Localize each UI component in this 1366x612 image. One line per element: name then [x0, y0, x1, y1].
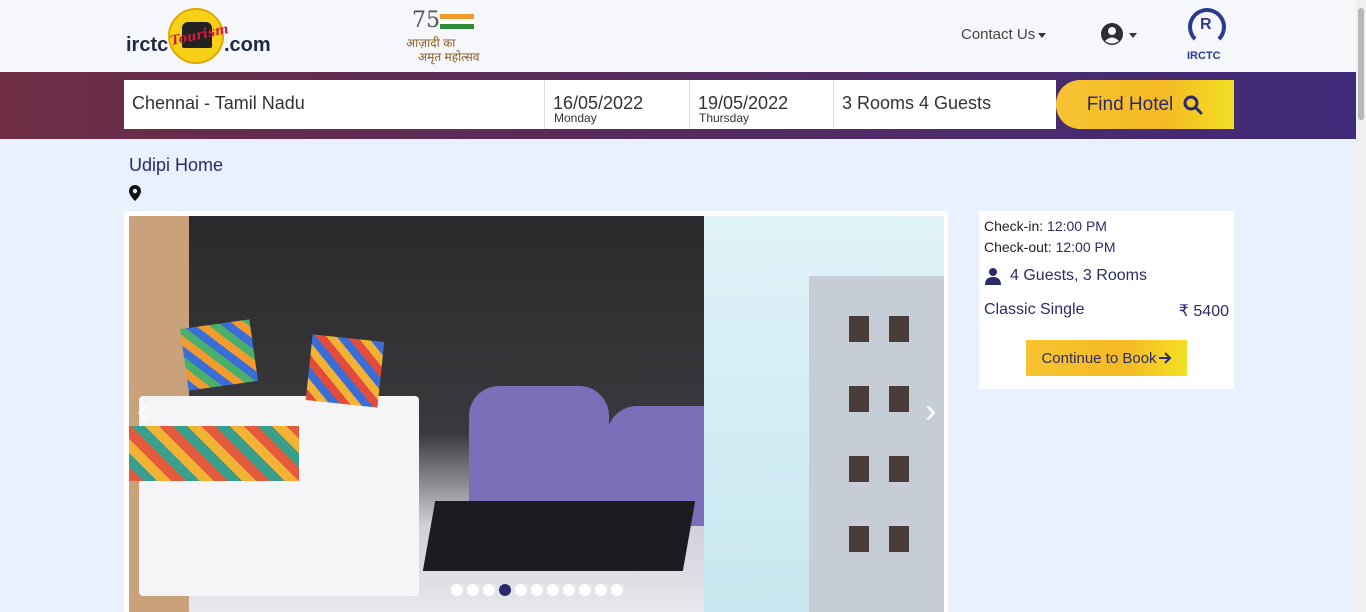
city-value: Chennai - Tamil Nadu — [132, 93, 305, 113]
room-photo — [129, 216, 707, 612]
guests-rooms-summary: 4 Guests, 3 Rooms — [984, 267, 1147, 285]
carousel-indicator-dot[interactable] — [547, 584, 559, 596]
rooms-guests-field[interactable]: 3 Rooms 4 Guests — [834, 80, 1056, 129]
carousel-indicators — [451, 584, 623, 596]
search-band: Chennai - Tamil Nadu 16/05/2022 Monday 1… — [0, 72, 1366, 139]
hotel-name: Udipi Home — [129, 155, 224, 175]
building-photo — [704, 216, 944, 612]
person-icon — [985, 268, 1001, 285]
carousel-slide: ‹ › — [129, 216, 944, 612]
checkout-day: Thursday — [699, 111, 750, 125]
arrow-right-icon — [1158, 352, 1171, 364]
continue-to-book-button[interactable]: Continue to Book — [1026, 340, 1187, 376]
carousel-indicator-dot[interactable] — [595, 584, 607, 596]
find-hotel-button[interactable]: Find Hotel — [1056, 80, 1234, 129]
carousel-prev-arrow[interactable]: ‹ — [137, 394, 148, 428]
carousel-indicator-dot[interactable] — [499, 584, 511, 596]
guests-rooms-text: 4 Guests, 3 Rooms — [1010, 267, 1147, 284]
rooms-guests-value: 3 Rooms 4 Guests — [842, 93, 992, 113]
carousel-indicator-dot[interactable] — [451, 584, 463, 596]
azadi-number: 75 — [412, 8, 440, 33]
checkin-row: Check-in: 12:00 PM — [984, 218, 1107, 234]
booking-summary-card: Check-in: 12:00 PM Check-out: 12:00 PM 4… — [979, 211, 1234, 389]
contact-us-dropdown[interactable]: Contact Us — [961, 26, 1047, 43]
caret-down-icon — [1038, 32, 1047, 38]
checkin-day: Monday — [554, 111, 597, 125]
irctc-logo-label: IRCTC — [1187, 50, 1221, 62]
checkin-label: Check-in: — [984, 218, 1044, 234]
find-hotel-label: Find Hotel — [1086, 93, 1174, 115]
scrollbar-thumb[interactable] — [1358, 8, 1364, 120]
irctc-tourism-logo[interactable]: irctc Tourism .com — [126, 8, 272, 64]
carousel-indicator-dot[interactable] — [531, 584, 543, 596]
carousel-indicator-dot[interactable] — [563, 584, 575, 596]
checkin-time: 12:00 PM — [1047, 218, 1107, 234]
checkout-label: Check-out: — [984, 239, 1052, 255]
azadi-line-2: अमृत महोत्सव — [418, 50, 480, 64]
checkout-time: 12:00 PM — [1055, 239, 1116, 255]
map-pin-icon[interactable] — [129, 185, 141, 206]
logo-text-left: irctc — [126, 34, 169, 56]
carousel-indicator-dot[interactable] — [611, 584, 623, 596]
carousel-indicator-dot[interactable] — [483, 584, 495, 596]
room-price: ₹ 5400 — [1178, 303, 1229, 320]
page-scrollbar[interactable] — [1356, 0, 1366, 612]
irctc-logo[interactable]: R IRCTC — [1184, 8, 1230, 64]
caret-down-icon — [1129, 32, 1137, 38]
hotel-search-bar: Chennai - Tamil Nadu 16/05/2022 Monday 1… — [124, 80, 1056, 129]
user-circle-icon — [1101, 23, 1123, 45]
search-icon — [1183, 95, 1203, 114]
checkout-date-field[interactable]: 19/05/2022 Thursday — [690, 80, 834, 129]
carousel-indicator-dot[interactable] — [515, 584, 527, 596]
city-field[interactable]: Chennai - Tamil Nadu — [124, 80, 545, 129]
carousel-next-arrow[interactable]: › — [925, 394, 936, 428]
room-type: Classic Single — [984, 301, 1085, 318]
top-header: irctc Tourism .com 75 आज़ादी का अमृत महो… — [0, 0, 1366, 72]
azadi-ka-amrit-mahotsav-logo: 75 आज़ादी का अमृत महोत्सव — [404, 8, 484, 64]
logo-text-right: .com — [224, 34, 271, 56]
india-flag-icon — [440, 14, 474, 30]
checkout-row: Check-out: 12:00 PM — [984, 239, 1116, 255]
checkin-date-field[interactable]: 16/05/2022 Monday — [545, 80, 690, 129]
irctc-mark: R — [1200, 16, 1212, 33]
carousel-indicator-dot[interactable] — [467, 584, 479, 596]
hotel-image-carousel: ‹ › — [124, 211, 948, 612]
contact-us-label: Contact Us — [961, 26, 1036, 43]
carousel-indicator-dot[interactable] — [579, 584, 591, 596]
user-menu-button[interactable] — [1100, 22, 1137, 48]
continue-label: Continue to Book — [1041, 349, 1157, 367]
